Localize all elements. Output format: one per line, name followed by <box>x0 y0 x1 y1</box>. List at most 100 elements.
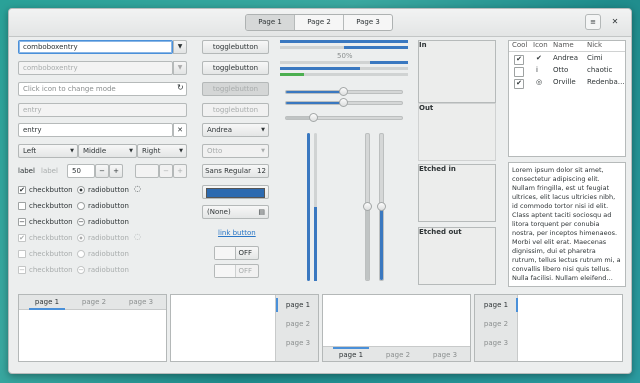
check-mixed[interactable]: − <box>18 218 26 226</box>
table-row[interactable]: ✔ ◎ Orville Redenba… <box>509 78 625 89</box>
checkbutton-label: checkbutton <box>29 250 73 258</box>
tab-indicator <box>333 347 369 349</box>
col-nick[interactable]: Nick <box>587 41 602 49</box>
font-size: 12 <box>256 167 266 175</box>
col-name[interactable]: Name <box>553 41 574 49</box>
chevron-down-icon[interactable]: ▼ <box>173 40 187 54</box>
spin-minus[interactable]: − <box>95 164 109 178</box>
hamburger-icon[interactable]: ≡ <box>585 14 601 30</box>
radio-mixed-disabled: − <box>77 266 85 274</box>
combobox-entry[interactable]: comboboxentry <box>18 40 173 54</box>
file-chooser-button[interactable]: (None) ▤ <box>202 205 269 219</box>
notebook-bottom: page 1 page 2 page 3 <box>322 294 471 362</box>
progress-bar <box>280 40 408 43</box>
mode-entry[interactable]: Click icon to change mode <box>18 82 187 96</box>
notebook-tab[interactable]: page 3 <box>478 339 514 347</box>
tree-header: Cool Icon Name Nick <box>509 41 625 52</box>
seg-left[interactable]: Left ▼ <box>18 144 78 158</box>
spin-plus[interactable]: + <box>109 164 123 178</box>
seg-middle[interactable]: Middle ▼ <box>78 144 137 158</box>
progress-label: 50% <box>337 52 353 60</box>
progress-bar <box>280 46 408 49</box>
text-view[interactable]: Lorem ipsum dolor sit amet, consectetur … <box>508 162 626 287</box>
check-empty[interactable] <box>18 202 26 210</box>
checkbutton-label: checkbutton <box>29 234 73 242</box>
notebook-tab[interactable]: page 2 <box>378 351 418 359</box>
notebook-tab[interactable]: page 2 <box>74 298 114 306</box>
frame-title: Etched out <box>419 228 462 236</box>
clear-icon[interactable]: ✕ <box>173 123 187 137</box>
cool-check[interactable]: ✔ <box>514 79 524 89</box>
radio-selected[interactable] <box>77 186 85 194</box>
slider-knob[interactable] <box>377 202 386 211</box>
row-name: Orville <box>553 78 576 86</box>
refresh-icon[interactable]: ↻ <box>177 83 184 93</box>
notebook-tab[interactable]: page 3 <box>425 351 465 359</box>
color-button[interactable] <box>202 185 269 199</box>
cool-check[interactable] <box>514 67 524 77</box>
togglebutton[interactable]: togglebutton <box>202 40 269 54</box>
notebook-tab[interactable]: page 2 <box>478 320 514 328</box>
notebook-tab[interactable]: page 1 <box>331 351 371 359</box>
cool-check[interactable]: ✔ <box>514 55 524 65</box>
combo-andrea[interactable]: Andrea ▼ <box>202 123 269 137</box>
slider-knob[interactable] <box>363 202 372 211</box>
row-icon: i <box>536 66 538 74</box>
notebook-top: page 1 page 2 page 3 <box>18 294 167 362</box>
main-window: Page 1 Page 2 Page 3 ≡ ✕ comboboxentry ▼… <box>8 8 632 374</box>
slider-knob[interactable] <box>339 87 348 96</box>
switch-off-label: OFF <box>238 249 252 257</box>
spin-value[interactable]: 50 <box>67 164 95 178</box>
row-icon: ◎ <box>536 78 543 86</box>
table-row[interactable]: i Otto chaotic <box>509 66 625 77</box>
row-nick: Redenba… <box>587 78 625 86</box>
switch-off-label: OFF <box>238 267 252 275</box>
tab-page-3[interactable]: Page 3 <box>344 15 392 30</box>
notebook-tabs: page 1 page 2 page 3 <box>323 346 470 361</box>
spinner-icon: ◌ <box>134 232 141 241</box>
notebook-left: page 1 page 2 page 3 <box>474 294 623 362</box>
switch-off[interactable]: OFF <box>214 246 259 260</box>
col-icon[interactable]: Icon <box>533 41 548 49</box>
notebook-tab[interactable]: page 1 <box>27 298 67 306</box>
notebook-tab[interactable]: page 3 <box>121 298 161 306</box>
spin-plus-disabled: + <box>173 164 187 178</box>
slider-track[interactable] <box>285 116 403 120</box>
radio-empty[interactable] <box>77 202 85 210</box>
row-name: Otto <box>553 66 569 74</box>
seg-right[interactable]: Right ▼ <box>137 144 187 158</box>
font-button[interactable]: Sans Regular 12 <box>202 164 269 178</box>
slider-knob[interactable] <box>309 113 318 122</box>
notebook-tab[interactable]: page 3 <box>280 339 316 347</box>
radio-disabled <box>77 234 85 242</box>
radiobutton-label: radiobutton <box>88 266 129 274</box>
frame-out: Out <box>418 103 496 161</box>
spin-label: label <box>18 167 35 175</box>
frame-in: In <box>418 40 496 103</box>
table-row[interactable]: ✔ ✔ Andrea Cimi <box>509 54 625 65</box>
notebook-tab[interactable]: page 1 <box>478 301 514 309</box>
notebook-tabs: page 1 page 2 page 3 <box>19 295 166 310</box>
tab-page-2[interactable]: Page 2 <box>295 15 344 30</box>
close-icon[interactable]: ✕ <box>607 14 623 30</box>
tree-view: Cool Icon Name Nick ✔ ✔ Andrea Cimi i Ot… <box>508 40 626 157</box>
switch-off-disabled: OFF <box>214 264 259 278</box>
vertical-progress <box>307 133 310 281</box>
link-button[interactable]: link button <box>218 228 256 238</box>
notebook-tab[interactable]: page 2 <box>280 320 316 328</box>
check-icon[interactable]: ✔ <box>18 186 26 194</box>
tab-indicator <box>516 298 518 312</box>
togglebutton[interactable]: togglebutton <box>202 61 269 75</box>
slider-knob[interactable] <box>339 98 348 107</box>
radio-mixed[interactable]: − <box>77 218 85 226</box>
col-cool[interactable]: Cool <box>512 41 527 49</box>
radiobutton-label: radiobutton <box>88 250 129 258</box>
togglebutton-disabled: togglebutton <box>202 103 269 117</box>
notebook-tab[interactable]: page 1 <box>280 301 316 309</box>
row-nick: chaotic <box>587 66 613 74</box>
check-empty-disabled <box>18 250 26 258</box>
folder-icon: ▤ <box>258 208 265 216</box>
frame-title: In <box>419 41 427 49</box>
tab-page-1[interactable]: Page 1 <box>246 15 295 30</box>
entry-field[interactable]: entry <box>18 123 173 137</box>
